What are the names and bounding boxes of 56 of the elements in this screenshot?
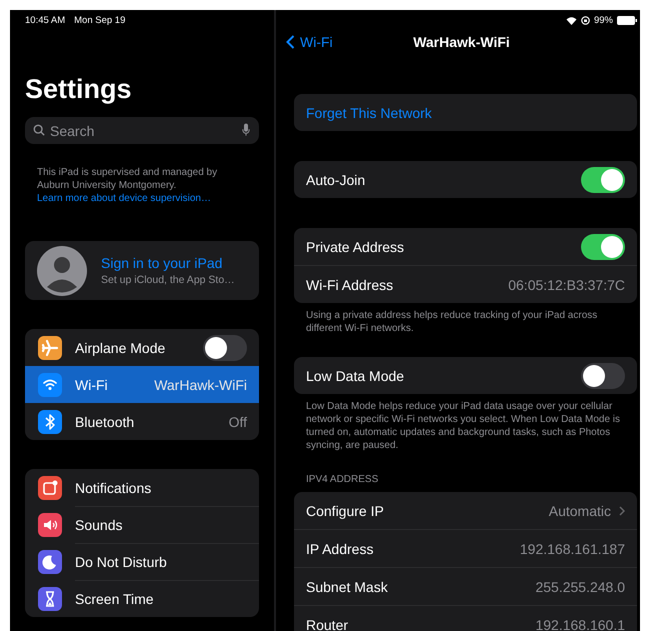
account-subtitle: Set up iCloud, the App Sto… xyxy=(101,274,235,286)
row-label: Private Address xyxy=(306,238,406,254)
supervision-note: This iPad is supervised and managed by Auburn University Montgomery. Learn more about device supervision… xyxy=(37,166,218,205)
item-label: Airplane Mode xyxy=(75,340,166,356)
row-label: Router xyxy=(306,616,350,631)
row-label: Auto-Join xyxy=(306,172,366,188)
rotation-lock-icon xyxy=(580,16,590,24)
battery-percent: 99% xyxy=(594,14,613,26)
status-time: 10:45 AM xyxy=(25,14,66,26)
sidebar-item[interactable]: Do Not Disturb xyxy=(25,543,259,580)
row-label: IP Address xyxy=(306,540,374,556)
item-label: Notifications xyxy=(75,480,152,496)
sign-in-link[interactable]: Sign in to your iPad xyxy=(101,255,235,271)
toggle-switch[interactable] xyxy=(581,234,625,260)
chevron-icon[interactable] xyxy=(286,35,295,49)
toggle-switch[interactable] xyxy=(581,362,625,388)
row-label: Configure IP xyxy=(306,502,385,518)
item-label: Sounds xyxy=(75,517,122,533)
sidebar-item[interactable]: Wi-Fi WarHawk-WiFi xyxy=(25,366,259,403)
battery-icon xyxy=(617,16,637,24)
row-value[interactable]: Automatic xyxy=(548,502,611,518)
item-value: WarHawk-WiFi xyxy=(154,377,247,393)
sidebar-item[interactable]: Screen Time xyxy=(25,580,259,617)
footnote: Using a private address helps reduce tracking of your iPad across different Wi-Fi networks. xyxy=(306,309,598,335)
forget-network-button[interactable]: Forget This Network xyxy=(306,104,432,120)
sidebar-item[interactable]: Notifications xyxy=(25,469,259,506)
row-label: Wi-Fi Address xyxy=(306,276,394,292)
item-label: Wi-Fi xyxy=(75,377,108,393)
toggle-switch[interactable] xyxy=(581,166,625,192)
microphone-icon[interactable] xyxy=(242,123,250,137)
avatar-icon xyxy=(37,246,87,296)
row-value: 192.168.161.187 xyxy=(520,540,625,556)
sidebar-item[interactable]: Bluetooth Off xyxy=(25,403,259,440)
item-label: Screen Time xyxy=(75,591,154,607)
row-value: 06:05:12:B3:37:7C xyxy=(508,276,625,292)
row-value: 192.168.160.1 xyxy=(535,616,625,631)
account-card[interactable]: Sign in to your iPad Set up iCloud, the App Sto… xyxy=(25,241,259,300)
item-value: Off xyxy=(228,414,247,430)
search-field[interactable]: Search xyxy=(25,117,259,144)
page-title: WarHawk-WiFi xyxy=(413,34,510,50)
status-date: Mon Sep 19 xyxy=(74,14,126,26)
row-label: Subnet Mask xyxy=(306,578,389,594)
back-button[interactable]: Wi-Fi xyxy=(286,34,333,50)
item-label: Bluetooth xyxy=(75,414,134,430)
toggle-switch[interactable] xyxy=(203,335,247,361)
section-header: IPV4 ADDRESS xyxy=(306,474,380,485)
sidebar-item[interactable]: Sounds xyxy=(25,506,259,543)
row-value: 255.255.248.0 xyxy=(535,578,625,594)
footnote: Low Data Mode helps reduce your iPad data usage over your cellular network or specific Wi-Fi networks you select. When Low Data Mode is turned on, automatic updates and background tasks, such as Photos syncing, are paused. xyxy=(306,400,621,452)
sidebar-title: Settings xyxy=(25,73,133,105)
learn-more-link[interactable]: Learn more about device supervision… xyxy=(37,193,211,204)
sidebar-item[interactable]: Airplane Mode xyxy=(25,329,259,366)
chevron-icon[interactable] xyxy=(619,506,625,516)
item-label: Do Not Disturb xyxy=(75,554,167,570)
row-label: Low Data Mode xyxy=(306,368,406,384)
wifi-icon xyxy=(566,16,577,24)
